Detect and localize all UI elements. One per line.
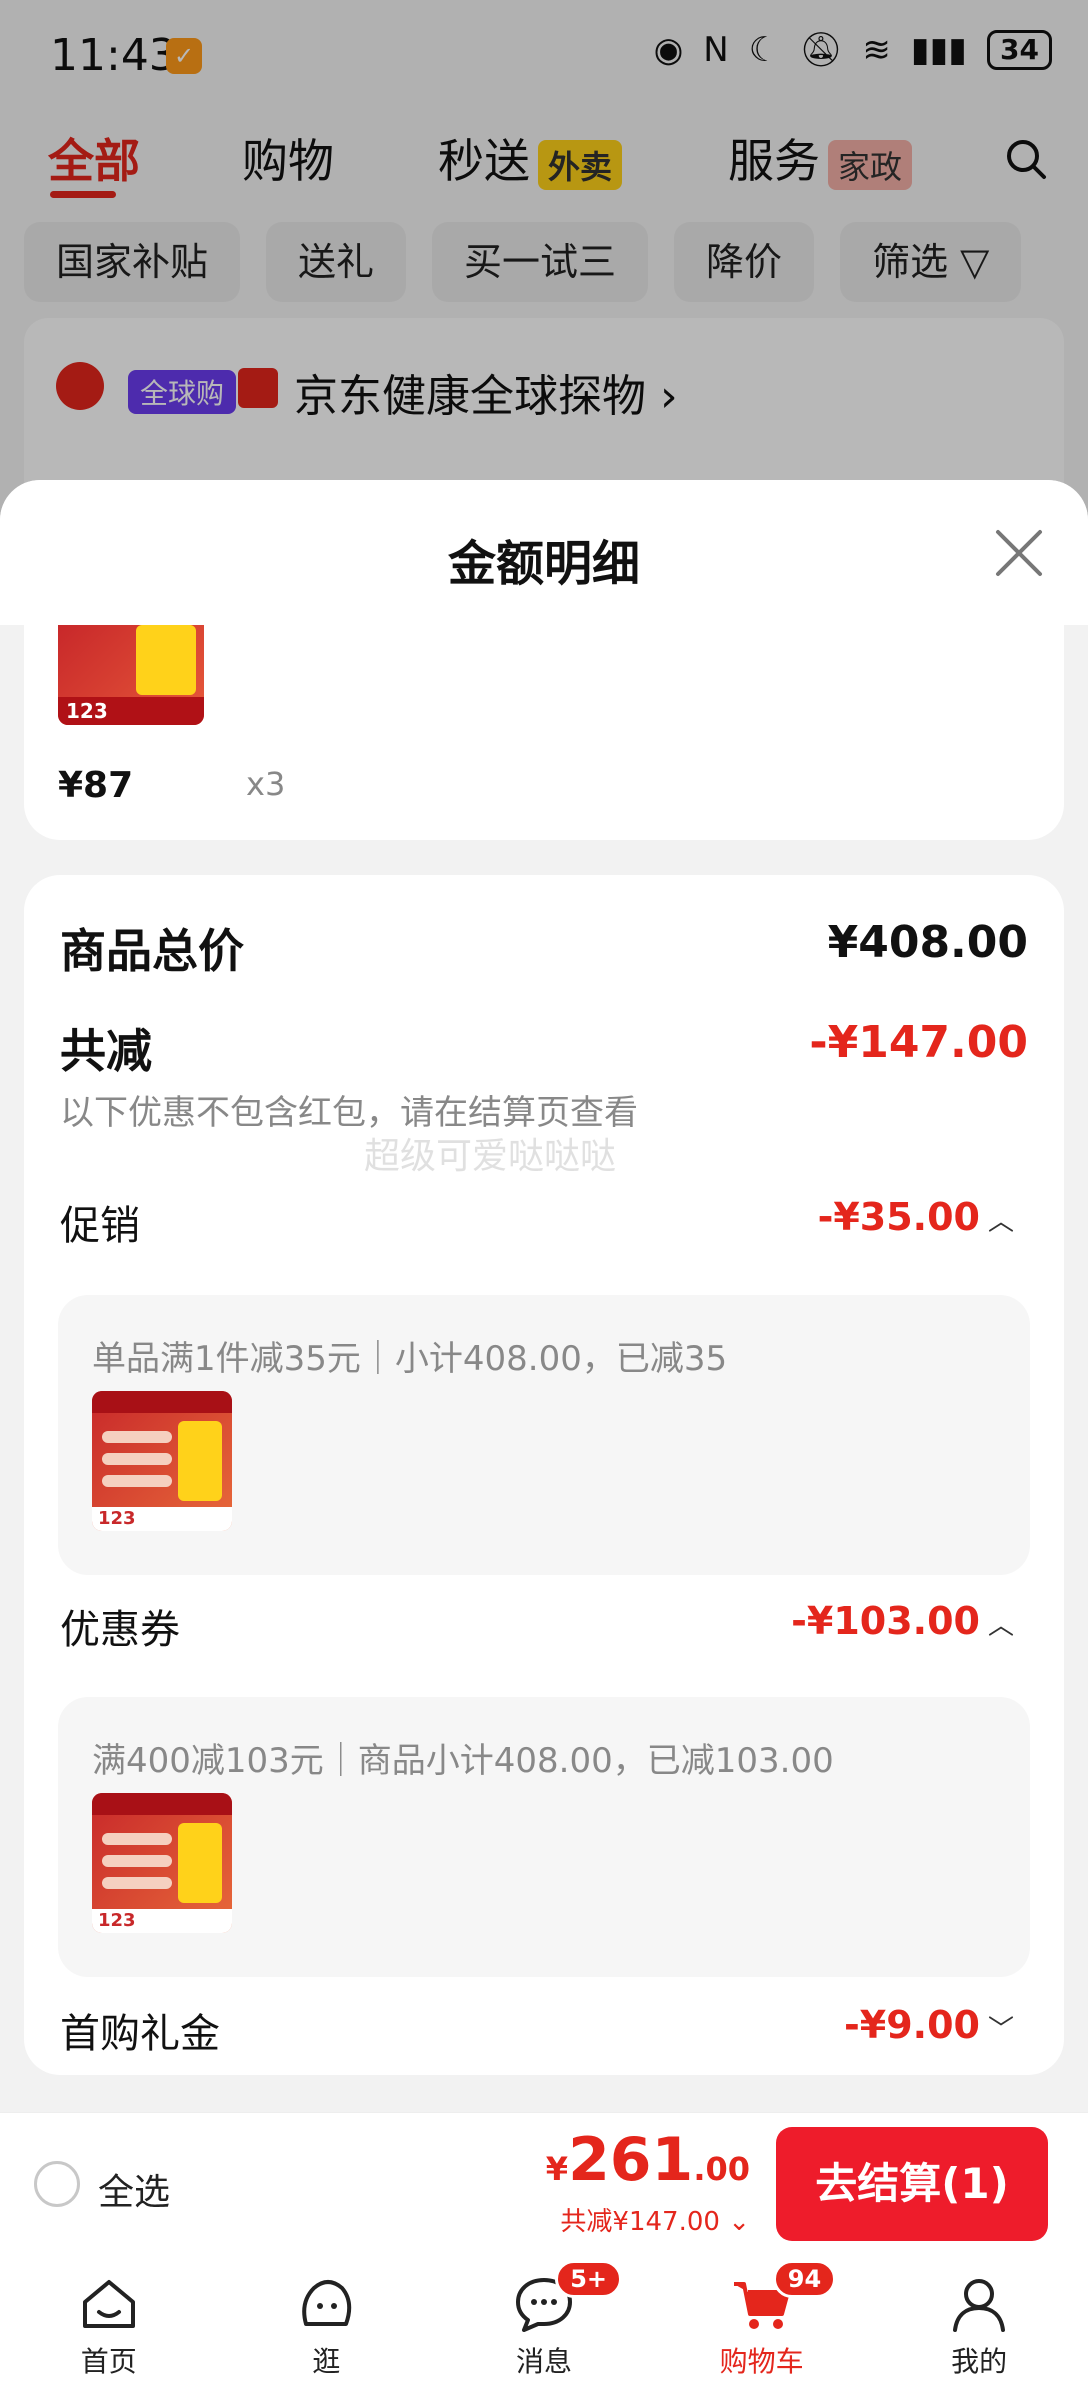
total-payable: ¥261.00 — [546, 2125, 750, 2195]
nav-label: 首页 — [80, 2345, 137, 2378]
currency-symbol: ¥ — [545, 2150, 569, 2188]
nav-browse[interactable]: 逛 — [218, 2254, 436, 2400]
nav-messages[interactable]: 消息 5+ — [435, 2254, 653, 2400]
thumb-price-strip: 123 — [58, 697, 204, 725]
sheet-header: 金额明细 — [0, 480, 1088, 625]
checkout-bar: 全选 ¥261.00 共减¥147.00 ⌄ 去结算(1) — [0, 2112, 1088, 2254]
price-decimal: .00 — [693, 2150, 750, 2188]
background-page: 11:43 ✓ ◉ N ☾ 🔕︎ ≋ ▮▮▮ 34 全部 购物 秒送 外卖 服务家… — [0, 0, 1088, 538]
cart-badge: 94 — [772, 2260, 837, 2298]
saved-summary-toggle[interactable]: 共减¥147.00 ⌄ — [560, 2201, 750, 2238]
coupon-detail-box: 满400减103元｜商品小计408.00，已减103.00 123 — [58, 1697, 1030, 1977]
discount-label: 共减 — [60, 1024, 152, 1078]
first-gift-label: 首购礼金 — [60, 2011, 220, 2057]
product-pack-graphic — [178, 1823, 222, 1903]
nav-profile[interactable]: 我的 — [870, 2254, 1088, 2400]
thumb-price-strip: 123 — [92, 1909, 232, 1933]
nav-cart[interactable]: 购物车 94 — [653, 2254, 871, 2400]
product-pack-graphic — [136, 625, 196, 695]
promotion-detail-box: 单品满1件减35元｜小计408.00，已减35 123 — [58, 1295, 1030, 1575]
thumb-price-strip: 123 — [92, 1507, 232, 1531]
thumb-brand-strip — [92, 1793, 232, 1815]
coupon-value: -¥103.00 — [791, 1599, 980, 1643]
chevron-up-icon: ︿ — [987, 1207, 1014, 1237]
item-card: 123 ¥87 x3 — [24, 625, 1064, 840]
nav-label: 消息 — [515, 2345, 572, 2378]
message-badge: 5+ — [555, 2260, 622, 2298]
promotion-toggle[interactable]: -¥35.00 ︿ — [818, 1195, 1014, 1239]
price-integer: 261 — [568, 2125, 694, 2195]
chevron-down-icon: ﹀ — [987, 2015, 1014, 2045]
first-gift-toggle[interactable]: -¥9.00 ﹀ — [844, 2003, 1014, 2047]
profile-icon — [953, 2279, 1006, 2332]
discount-value: -¥147.00 — [809, 1017, 1028, 1068]
item-quantity: x3 — [246, 765, 286, 803]
first-gift-value: -¥9.00 — [844, 2003, 980, 2047]
amount-detail-sheet: 金额明细 123 ¥87 x3 商品总价 ¥408.00 共减 -¥147.00… — [0, 480, 1088, 2110]
product-thumbnail[interactable]: 123 — [92, 1391, 232, 1531]
select-all-label[interactable]: 全选 — [98, 2163, 170, 2215]
bottom-nav: 首页 逛 消息 5+ 购物车 94 我的 — [0, 2254, 1088, 2400]
item-price: ¥87 — [58, 765, 134, 806]
select-all-radio[interactable] — [34, 2161, 80, 2207]
nav-label: 逛 — [312, 2345, 341, 2378]
thumb-feature-lines — [102, 1431, 172, 1497]
coupon-label: 优惠券 — [60, 1607, 180, 1653]
sheet-title: 金额明细 — [447, 536, 640, 592]
coupon-detail-text: 满400减103元｜商品小计408.00，已减103.00 — [92, 1741, 834, 1781]
product-pack-graphic — [178, 1421, 222, 1501]
product-thumbnail[interactable]: 123 — [58, 625, 204, 725]
dim-overlay[interactable] — [0, 0, 1088, 520]
total-price-label: 商品总价 — [60, 924, 244, 978]
close-icon[interactable] — [994, 528, 1044, 578]
checkout-button[interactable]: 去结算(1) — [776, 2127, 1048, 2241]
nav-home[interactable]: 首页 — [0, 2254, 218, 2400]
coupon-toggle[interactable]: -¥103.00 ︿ — [791, 1599, 1014, 1643]
nav-label: 我的 — [951, 2345, 1008, 2378]
product-thumbnail[interactable]: 123 — [92, 1793, 232, 1933]
home-icon — [82, 2280, 135, 2328]
promotion-detail-text: 单品满1件减35元｜小计408.00，已减35 — [92, 1339, 728, 1379]
thumb-feature-lines — [102, 1833, 172, 1899]
browse-icon — [302, 2280, 352, 2326]
watermark: 超级可爱哒哒哒 — [364, 1136, 617, 1177]
chevron-up-icon: ︿ — [987, 1611, 1014, 1641]
total-price-value: ¥408.00 — [827, 917, 1028, 968]
promotion-value: -¥35.00 — [817, 1195, 980, 1239]
thumb-brand-strip — [92, 1391, 232, 1413]
nav-label: 购物车 — [719, 2345, 804, 2378]
price-detail-card: 商品总价 ¥408.00 共减 -¥147.00 以下优惠不包含红包，请在结算页… — [24, 875, 1064, 2075]
promotion-label: 促销 — [60, 1203, 140, 1249]
